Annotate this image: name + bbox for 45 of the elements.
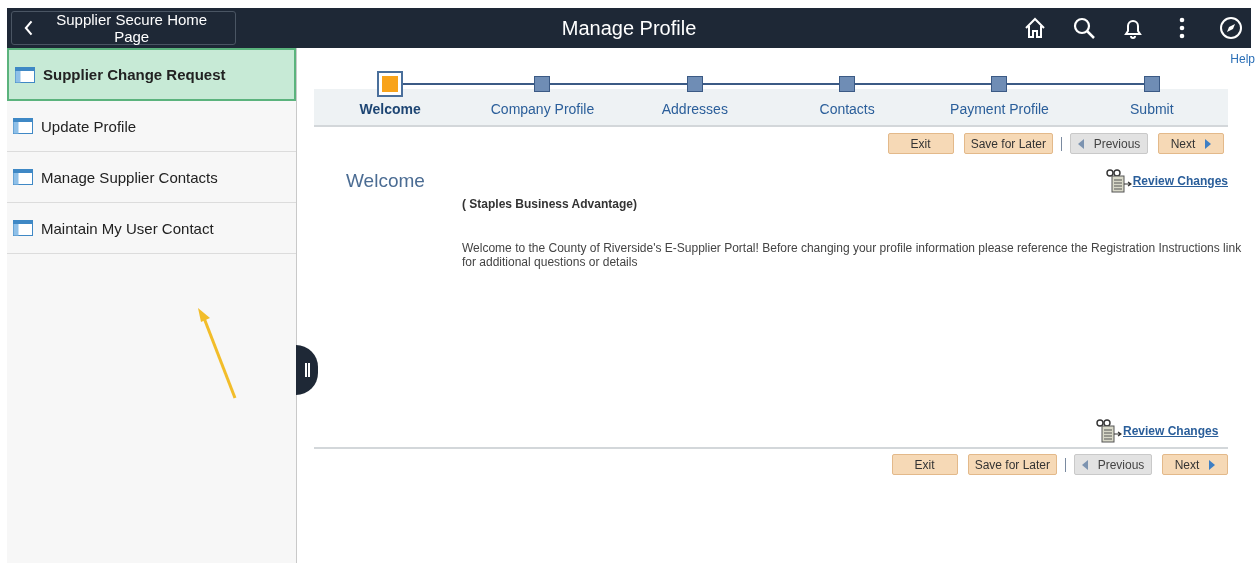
triangle-left-icon: [1081, 459, 1088, 470]
step-tab[interactable]: Contacts: [819, 101, 875, 117]
action-button[interactable]: Save for Later: [963, 133, 1053, 154]
sidebar-item[interactable]: Supplier Change Request: [7, 48, 296, 101]
step-tab[interactable]: Company Profile: [490, 101, 595, 117]
compass-icon[interactable]: [1219, 16, 1243, 40]
section-heading: Welcome: [346, 170, 425, 192]
step-marker[interactable]: [839, 76, 856, 92]
next-button[interactable]: Next: [1162, 454, 1228, 475]
window-icon: [13, 118, 33, 134]
step-tab[interactable]: Submit: [1130, 101, 1174, 117]
page-title: Manage Profile: [561, 17, 697, 40]
step-tab[interactable]: Welcome: [359, 101, 421, 117]
step-tab[interactable]: Payment Profile: [950, 101, 1049, 117]
welcome-message: Welcome to the County of Riverside's E-Supplier Portal! Before changing your profile information please reference the Registration Instructions link for additional questions or details: [462, 241, 1242, 270]
pause-icon: [304, 363, 310, 377]
collapse-handle[interactable]: [296, 345, 318, 395]
triangle-right-icon: [1205, 138, 1212, 149]
step-tab[interactable]: Addresses: [661, 101, 728, 117]
review-changes-link[interactable]: Review Changes: [1123, 424, 1219, 438]
search-icon[interactable]: [1072, 16, 1096, 40]
chevron-left-icon: [24, 20, 34, 36]
window-icon: [13, 220, 33, 236]
step-marker[interactable]: [534, 76, 551, 92]
action-button[interactable]: Save for Later: [967, 454, 1057, 475]
review-changes-link[interactable]: Review Changes: [1132, 174, 1228, 188]
action-button[interactable]: Exit: [891, 454, 958, 475]
next-button[interactable]: Next: [1158, 133, 1224, 154]
sidebar-item[interactable]: Maintain My User Contact: [7, 203, 296, 254]
action-button[interactable]: Exit: [887, 133, 954, 154]
glasses-document-icon: [1105, 169, 1132, 193]
glasses-document-icon: [1096, 419, 1122, 443]
help-link[interactable]: Help: [1230, 52, 1255, 66]
sidebar-item[interactable]: Update Profile: [7, 101, 296, 152]
back-button[interactable]: Supplier Secure Home Page: [11, 11, 236, 45]
sidebar-item[interactable]: Manage Supplier Contacts: [7, 152, 296, 203]
step-marker[interactable]: [686, 76, 703, 92]
triangle-left-icon: [1077, 138, 1084, 149]
window-icon: [15, 66, 35, 83]
supplier-name: ( Staples Business Advantage): [462, 197, 638, 211]
window-icon: [13, 169, 33, 185]
step-marker[interactable]: [1143, 76, 1160, 92]
home-icon[interactable]: [1023, 16, 1047, 40]
step-marker[interactable]: [991, 76, 1008, 92]
triangle-right-icon: [1209, 459, 1216, 470]
